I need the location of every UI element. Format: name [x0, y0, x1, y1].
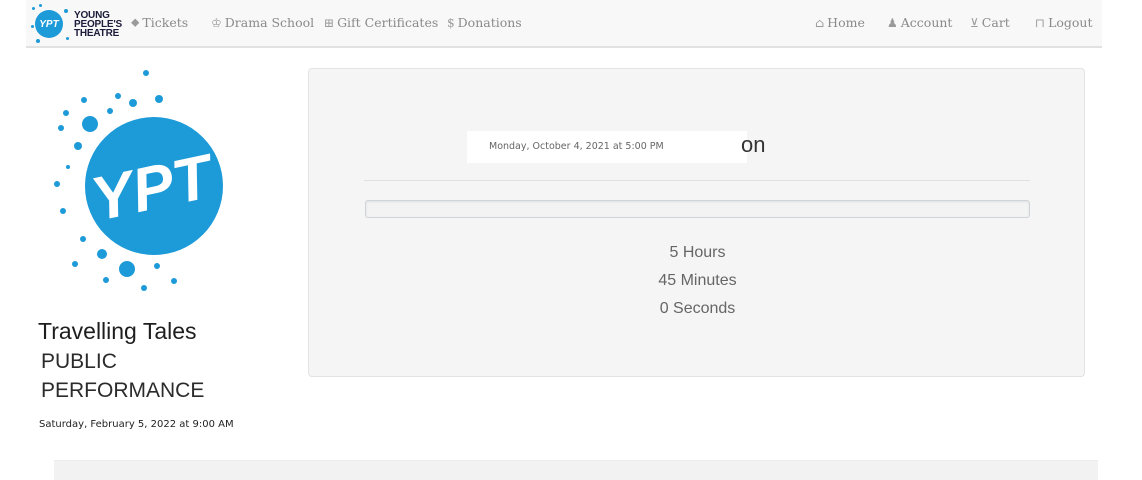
footer-band [54, 460, 1098, 480]
nav-home[interactable]: ⌂ Home [815, 15, 865, 30]
nav-tickets-label: Tickets [142, 15, 189, 30]
nav-account[interactable]: ♟ Account [887, 15, 952, 30]
nav-drama-school[interactable]: ♔ Drama School [211, 15, 314, 30]
countdown-minutes: 45 Minutes [658, 272, 737, 289]
nav-donations-label: Donations [457, 15, 522, 30]
divider [364, 180, 1030, 181]
nav-account-label: Account [900, 15, 953, 30]
nav-home-label: Home [827, 15, 865, 30]
nav-tickets[interactable]: ⬥ Tickets [131, 15, 188, 30]
event-title: Travelling Tales [38, 318, 197, 344]
event-logo-image: YPT [54, 70, 223, 291]
overlay-date: Monday, October 4, 2021 at 5:00 PM [489, 141, 664, 152]
tag-icon: ⬥ [131, 15, 140, 29]
nav-cart[interactable]: ⊻ Cart [970, 15, 1010, 30]
ypt-logo-link[interactable]: YPT YOUNG PEOPLE'S THEATRE [30, 3, 122, 45]
countdown-panel: Monday, October 4, 2021 at 5:00 PM on 5 … [308, 68, 1085, 377]
gift-icon: ⊞ [324, 15, 335, 30]
event-date: Saturday, February 5, 2022 at 9:00 AM [39, 419, 234, 430]
nav-logout[interactable]: ⊓ Logout [1035, 15, 1093, 30]
panel-heading: on [741, 132, 766, 157]
countdown-progress-bar [365, 200, 1030, 218]
nav-cart-label: Cart [981, 15, 1010, 30]
nav-logout-label: Logout [1048, 15, 1093, 30]
nav-donations[interactable]: $ Donations [447, 15, 522, 30]
countdown-timer: 5 Hours 45 Minutes 0 Seconds [309, 239, 1086, 323]
cart-icon: ⊻ [970, 15, 979, 30]
ypt-logo-icon: YPT [30, 3, 72, 45]
user-icon: ♟ [887, 15, 898, 30]
nav-gift-certificates-label: Gift Certificates [337, 15, 439, 30]
top-navbar: YPT YOUNG PEOPLE'S THEATRE ⬥ Tickets ♔ D… [26, 0, 1102, 48]
tie-icon: ♔ [211, 15, 222, 30]
nav-gift-certificates[interactable]: ⊞ Gift Certificates [324, 15, 438, 30]
event-subtitle: PUBLIC PERFORMANCE [41, 350, 205, 402]
ypt-logo-wordmark: YOUNG PEOPLE'S THEATRE [74, 9, 123, 39]
countdown-seconds: 0 Seconds [659, 300, 736, 317]
home-icon: ⌂ [815, 15, 825, 30]
nav-drama-school-label: Drama School [224, 15, 315, 30]
countdown-hours: 5 Hours [669, 244, 726, 261]
dollar-icon: $ [447, 15, 455, 30]
lock-icon: ⊓ [1035, 15, 1046, 30]
